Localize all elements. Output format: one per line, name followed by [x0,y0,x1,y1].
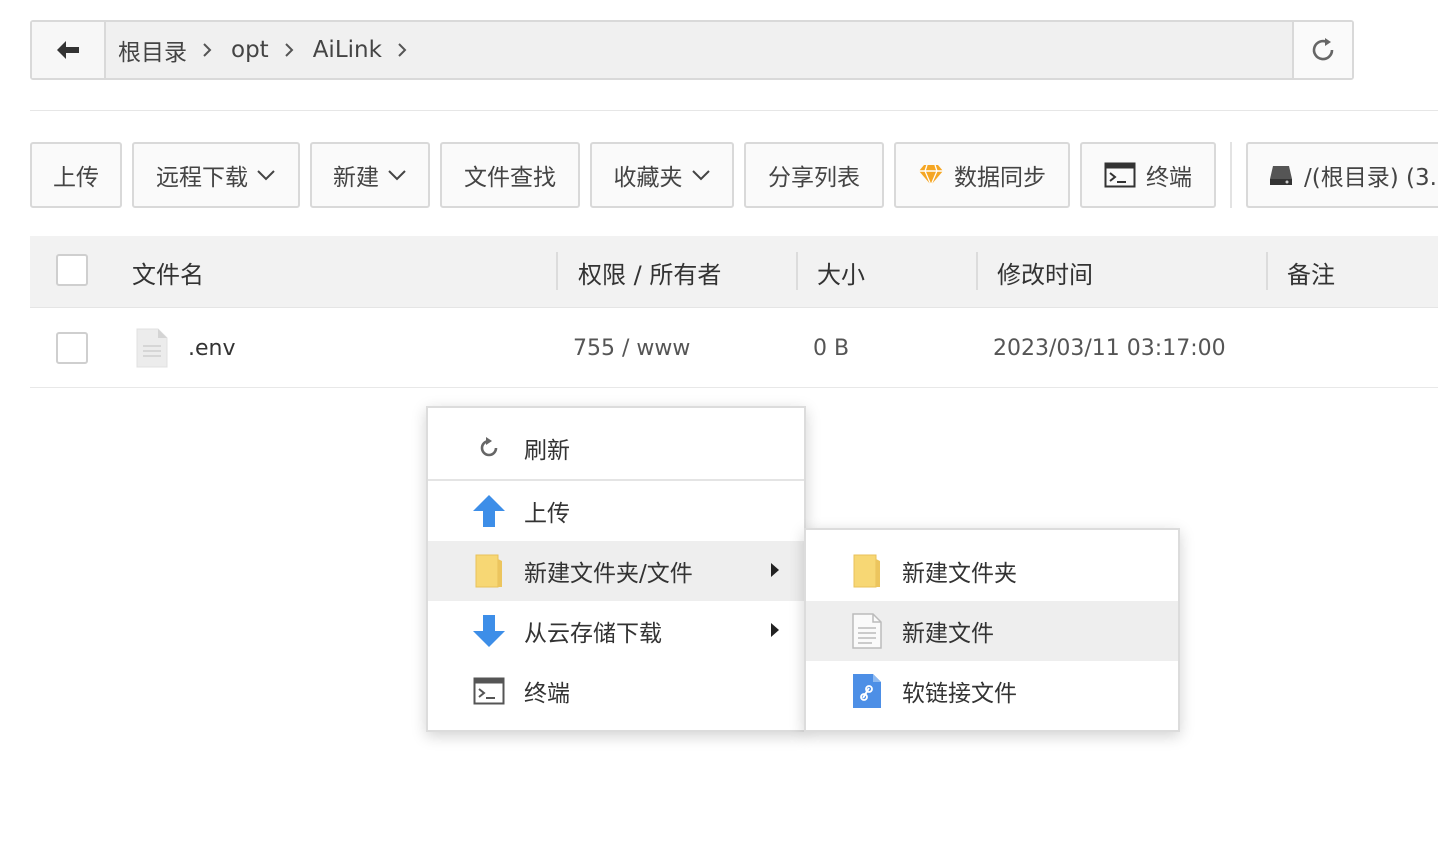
back-button[interactable] [32,22,106,78]
chevron-down-icon [256,169,276,181]
menu-item-upload[interactable]: 上传 [428,481,804,541]
toolbar-separator [1230,142,1232,208]
favorites-label: 收藏夹 [613,165,683,191]
upload-label: 上传 [53,165,99,191]
toolbar: 上传 远程下载 新建 文件查找 收藏夹 分享列表 数据同步 终端 /(根目录) … [30,142,1438,208]
new-button[interactable]: 新建 [310,142,430,208]
breadcrumb-root[interactable]: 根目录 [118,33,187,67]
menu-item-label: 刷新 [524,438,570,464]
chevron-down-icon [387,169,407,181]
select-all-checkbox[interactable] [56,254,88,286]
file-name[interactable]: .env [188,308,236,388]
path-bar: 根目录 opt AiLink [30,20,1354,80]
breadcrumb: 根目录 opt AiLink [106,22,1292,78]
upload-button[interactable]: 上传 [30,142,122,208]
column-header-size[interactable]: 大小 [817,236,865,308]
submenu-item-new-file[interactable]: 新建文件 [806,601,1178,661]
terminal-label: 终端 [1146,165,1192,191]
table-header: 文件名 权限 / 所有者 大小 修改时间 备注 [30,236,1438,308]
menu-item-refresh[interactable]: 刷新 [428,418,804,478]
submenu-item-label: 软链接文件 [902,681,1017,707]
arrow-left-icon [57,41,79,59]
row-checkbox[interactable] [56,332,88,364]
file-icon [136,308,168,388]
file-search-label: 文件查找 [464,165,556,191]
caret-right-icon [770,618,780,644]
menu-item-label: 上传 [524,501,570,527]
chevron-down-icon [691,169,711,181]
caret-right-icon [770,558,780,584]
share-list-button[interactable]: 分享列表 [744,142,884,208]
disk-label: /(根目录) (3. [1304,165,1437,191]
breadcrumb-ailink[interactable]: AiLink [313,37,382,63]
document-icon [850,613,884,649]
diamond-icon [918,163,944,187]
folder-icon [472,554,506,588]
terminal-icon [472,674,506,708]
column-header-mtime[interactable]: 修改时间 [997,236,1093,308]
file-permission[interactable]: 755 / www [573,308,690,388]
favorites-button[interactable]: 收藏夹 [590,142,734,208]
column-divider [556,252,558,290]
column-divider [796,252,798,290]
file-size: 0 B [813,335,850,361]
remote-download-label: 远程下载 [156,165,248,191]
submenu-item-symlink[interactable]: 软链接文件 [806,661,1178,721]
new-label: 新建 [333,165,379,191]
terminal-button[interactable]: 终端 [1080,142,1216,208]
refresh-icon [472,431,506,465]
menu-item-label: 从云存储下载 [524,621,662,647]
menu-item-label: 终端 [524,681,570,707]
chevron-right-icon [283,41,295,59]
data-sync-label: 数据同步 [954,165,1046,191]
disk-button[interactable]: /(根目录) (3. [1246,142,1438,208]
terminal-icon [1104,162,1136,188]
table-row[interactable]: .env 755 / www 0 B 2023/03/11 03:17:00 [30,308,1438,388]
refresh-icon [1312,38,1334,61]
share-list-label: 分享列表 [768,165,860,191]
menu-item-terminal[interactable]: 终端 [428,661,804,721]
arrow-up-icon [472,494,506,528]
submenu-item-label: 新建文件夹 [902,561,1017,587]
folder-icon [850,554,884,588]
refresh-button[interactable] [1292,22,1352,78]
file-search-button[interactable]: 文件查找 [440,142,580,208]
context-menu: 刷新 上传 新建文件夹/文件 从云存储下载 终端 [426,406,806,732]
column-header-permission[interactable]: 权限 / 所有者 [578,236,721,308]
hard-drive-icon [1268,163,1294,187]
remote-download-button[interactable]: 远程下载 [132,142,300,208]
arrow-down-icon [472,614,506,648]
divider [30,110,1438,111]
submenu-item-label: 新建文件 [902,621,994,647]
chevron-right-icon [396,41,408,59]
data-sync-button[interactable]: 数据同步 [894,142,1070,208]
submenu-item-new-folder[interactable]: 新建文件夹 [806,541,1178,601]
menu-item-label: 新建文件夹/文件 [524,561,693,587]
column-divider [976,252,978,290]
submenu: 新建文件夹 新建文件 软链接文件 [804,528,1180,732]
menu-item-new-folder-file[interactable]: 新建文件夹/文件 [428,541,804,601]
breadcrumb-opt[interactable]: opt [231,37,269,63]
link-file-icon [850,674,884,708]
column-divider [1266,252,1268,290]
column-header-name[interactable]: 文件名 [132,236,204,308]
menu-item-cloud-download[interactable]: 从云存储下载 [428,601,804,661]
file-mtime: 2023/03/11 03:17:00 [993,335,1226,361]
column-header-note[interactable]: 备注 [1287,236,1335,308]
chevron-right-icon [201,41,213,59]
